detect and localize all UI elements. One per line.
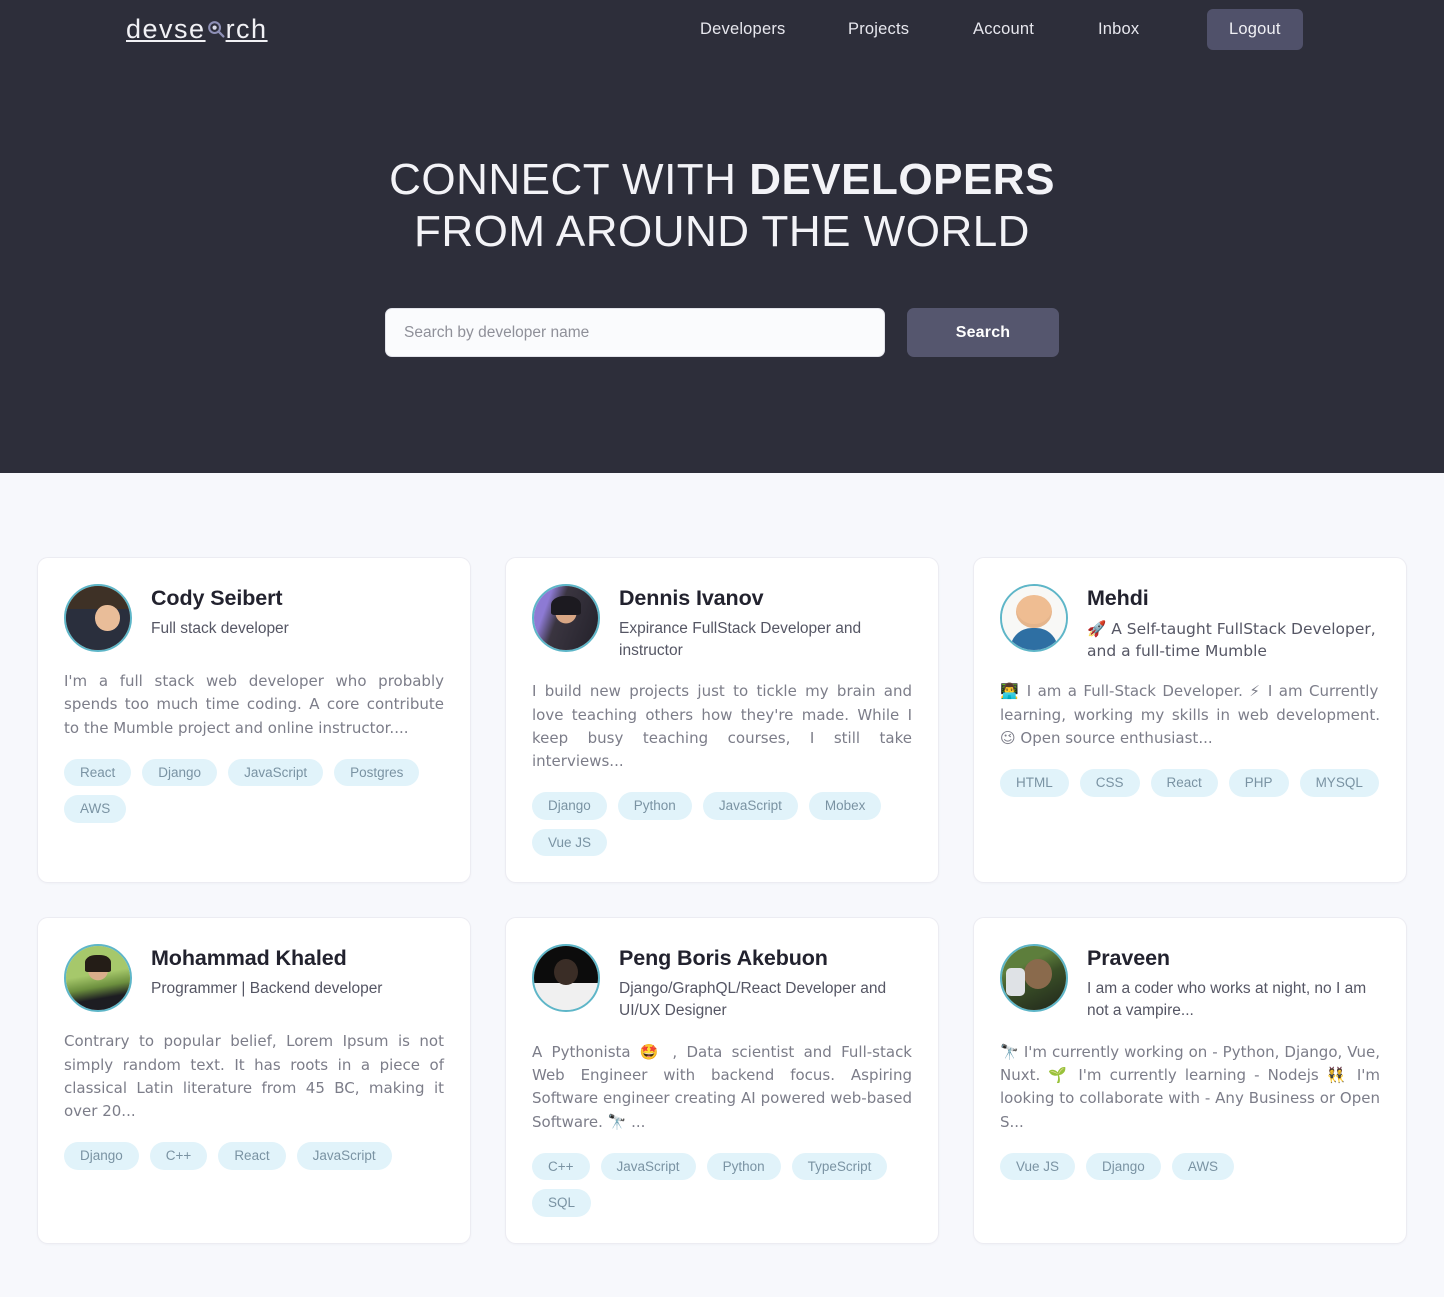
skill-tag[interactable]: Django bbox=[532, 792, 607, 820]
avatar bbox=[532, 944, 600, 1013]
page-title: CONNECT WITH DEVELOPERS FROM AROUND THE … bbox=[0, 154, 1444, 258]
search-button[interactable]: Search bbox=[907, 308, 1059, 357]
main-content: Cody Seibert Full stack developer I'm a … bbox=[0, 473, 1444, 1297]
developer-name: Dennis Ivanov bbox=[619, 586, 764, 610]
hero-section: devse rch Developers Projects Account In… bbox=[0, 0, 1444, 473]
developer-name: Peng Boris Akebuon bbox=[619, 946, 828, 971]
developer-card[interactable]: Mohammad Khaled Programmer | Backend dev… bbox=[37, 917, 471, 1244]
skill-tag[interactable]: React bbox=[218, 1142, 286, 1170]
card-header: Praveen I am a coder who works at night,… bbox=[1000, 944, 1380, 1022]
skill-tag[interactable]: HTML bbox=[1000, 769, 1069, 797]
skill-tag[interactable]: Postgres bbox=[334, 758, 420, 787]
developer-bio: A Pythonista 🤩 , Data scientist and Full… bbox=[532, 1042, 912, 1131]
skill-tag[interactable]: JavaScript bbox=[702, 792, 798, 820]
hero-title-part-1: CONNECT WITH bbox=[389, 155, 750, 204]
skill-tag[interactable]: MYSQL bbox=[1299, 769, 1379, 797]
card-header: Cody Seibert Full stack developer bbox=[64, 584, 444, 652]
skill-tag[interactable]: React bbox=[64, 758, 132, 787]
skill-tag-list: React Django JavaScript Postgres AWS bbox=[64, 758, 444, 823]
card-header: Mohammad Khaled Programmer | Backend dev… bbox=[64, 944, 444, 1013]
developer-name: Praveen bbox=[1087, 946, 1170, 971]
skill-tag[interactable]: CSS bbox=[1079, 769, 1140, 797]
skill-tag[interactable]: C++ bbox=[532, 1152, 590, 1181]
avatar bbox=[532, 584, 600, 652]
card-header: Dennis Ivanov Expirance FullStack Develo… bbox=[532, 584, 912, 662]
card-identity: Peng Boris Akebuon Django/GraphQL/React … bbox=[619, 944, 912, 1022]
skill-tag[interactable]: Django bbox=[64, 1142, 139, 1170]
skill-tag[interactable]: Python bbox=[706, 1152, 781, 1181]
developer-card[interactable]: Dennis Ivanov Expirance FullStack Develo… bbox=[505, 557, 939, 884]
developer-card[interactable]: Cody Seibert Full stack developer I'm a … bbox=[37, 557, 471, 884]
skill-tag[interactable]: React bbox=[1150, 769, 1218, 797]
navbar: devse rch Developers Projects Account In… bbox=[0, 0, 1444, 58]
skill-tag[interactable]: Django bbox=[142, 758, 218, 787]
logo-text-before: devse bbox=[126, 13, 206, 44]
skill-tag[interactable]: TypeScript bbox=[791, 1152, 888, 1181]
nav-link-account[interactable]: Account bbox=[973, 20, 1098, 39]
skill-tag-list: HTML CSS React PHP MYSQL bbox=[1000, 769, 1380, 797]
site-logo[interactable]: devse rch bbox=[126, 14, 268, 45]
developer-bio: I'm a full stack web developer who proba… bbox=[64, 672, 444, 737]
skill-tag[interactable]: AWS bbox=[1171, 1152, 1235, 1181]
skill-tag[interactable]: SQL bbox=[532, 1189, 592, 1217]
skill-tag[interactable]: JavaScript bbox=[296, 1142, 392, 1170]
developer-bio: 🔭 I'm currently working on - Python, Dja… bbox=[1000, 1042, 1380, 1131]
skill-tag-list: C++ JavaScript Python TypeScript SQL bbox=[532, 1152, 912, 1217]
skill-tag[interactable]: Django bbox=[1086, 1152, 1161, 1181]
developer-name: Cody Seibert bbox=[151, 586, 283, 610]
developer-name: Mehdi bbox=[1087, 586, 1149, 610]
skill-tag[interactable]: PHP bbox=[1228, 769, 1289, 797]
nav-link-developers[interactable]: Developers bbox=[700, 20, 848, 39]
card-identity: Praveen I am a coder who works at night,… bbox=[1087, 944, 1380, 1022]
nav-link-projects[interactable]: Projects bbox=[848, 20, 973, 39]
skill-tag[interactable]: JavaScript bbox=[600, 1152, 696, 1181]
developer-role: 🚀 A Self-taught FullStack Developer, and… bbox=[1087, 619, 1376, 660]
skill-tag[interactable]: JavaScript bbox=[228, 758, 324, 787]
developer-bio: Contrary to popular belief, Lorem Ipsum … bbox=[64, 1032, 444, 1121]
avatar bbox=[64, 584, 132, 652]
hero-title-emphasis: DEVELOPERS bbox=[749, 155, 1055, 204]
skill-tag[interactable]: Python bbox=[617, 792, 692, 820]
logout-button[interactable]: Logout bbox=[1207, 8, 1303, 50]
developer-role: Programmer | Backend developer bbox=[151, 979, 383, 997]
search-input[interactable] bbox=[385, 308, 885, 357]
developer-card[interactable]: Peng Boris Akebuon Django/GraphQL/React … bbox=[505, 917, 939, 1244]
card-identity: Dennis Ivanov Expirance FullStack Develo… bbox=[619, 584, 912, 662]
developer-card-grid: Cody Seibert Full stack developer I'm a … bbox=[33, 557, 1411, 1244]
logo-text-after: rch bbox=[225, 13, 268, 44]
skill-tag-list: Django Python JavaScript Mobex Vue JS bbox=[532, 792, 912, 857]
card-identity: Mehdi 🚀 A Self-taught FullStack Develope… bbox=[1087, 584, 1380, 662]
developer-role: Expirance FullStack Developer and instru… bbox=[619, 619, 862, 659]
main-navigation: Developers Projects Account Inbox Logout bbox=[700, 0, 1303, 58]
card-identity: Cody Seibert Full stack developer bbox=[151, 584, 289, 640]
skill-tag[interactable]: AWS bbox=[64, 795, 127, 823]
skill-tag[interactable]: Vue JS bbox=[1000, 1152, 1076, 1181]
card-header: Peng Boris Akebuon Django/GraphQL/React … bbox=[532, 944, 912, 1022]
developer-bio: I build new projects just to tickle my b… bbox=[532, 682, 912, 771]
card-identity: Mohammad Khaled Programmer | Backend dev… bbox=[151, 944, 382, 1000]
avatar bbox=[64, 944, 132, 1013]
hero-title-line-2: FROM AROUND THE WORLD bbox=[414, 207, 1030, 256]
avatar bbox=[1000, 944, 1068, 1013]
developer-search-form: Search bbox=[0, 308, 1444, 357]
nav-link-inbox[interactable]: Inbox bbox=[1098, 20, 1207, 39]
avatar bbox=[1000, 584, 1068, 652]
hero-content: CONNECT WITH DEVELOPERS FROM AROUND THE … bbox=[0, 58, 1444, 357]
skill-tag-list: Django C++ React JavaScript bbox=[64, 1142, 444, 1170]
skill-tag[interactable]: Mobex bbox=[808, 792, 882, 820]
developer-role: I am a coder who works at night, no I am… bbox=[1087, 979, 1367, 1020]
developer-card[interactable]: Praveen I am a coder who works at night,… bbox=[973, 917, 1407, 1244]
developer-card[interactable]: Mehdi 🚀 A Self-taught FullStack Develope… bbox=[973, 557, 1407, 884]
developer-bio: 👨‍💻 I am a Full-Stack Developer. ⚡ I am … bbox=[1000, 682, 1380, 747]
card-header: Mehdi 🚀 A Self-taught FullStack Develope… bbox=[1000, 584, 1380, 662]
magnifier-icon bbox=[206, 16, 226, 43]
developer-role: Django/GraphQL/React Developer and UI/UX… bbox=[619, 979, 887, 1020]
skill-tag[interactable]: C++ bbox=[149, 1142, 208, 1170]
developer-role: Full stack developer bbox=[151, 619, 289, 637]
skill-tag-list: Vue JS Django AWS bbox=[1000, 1152, 1380, 1181]
developer-name: Mohammad Khaled bbox=[151, 946, 347, 971]
skill-tag[interactable]: Vue JS bbox=[532, 828, 608, 857]
